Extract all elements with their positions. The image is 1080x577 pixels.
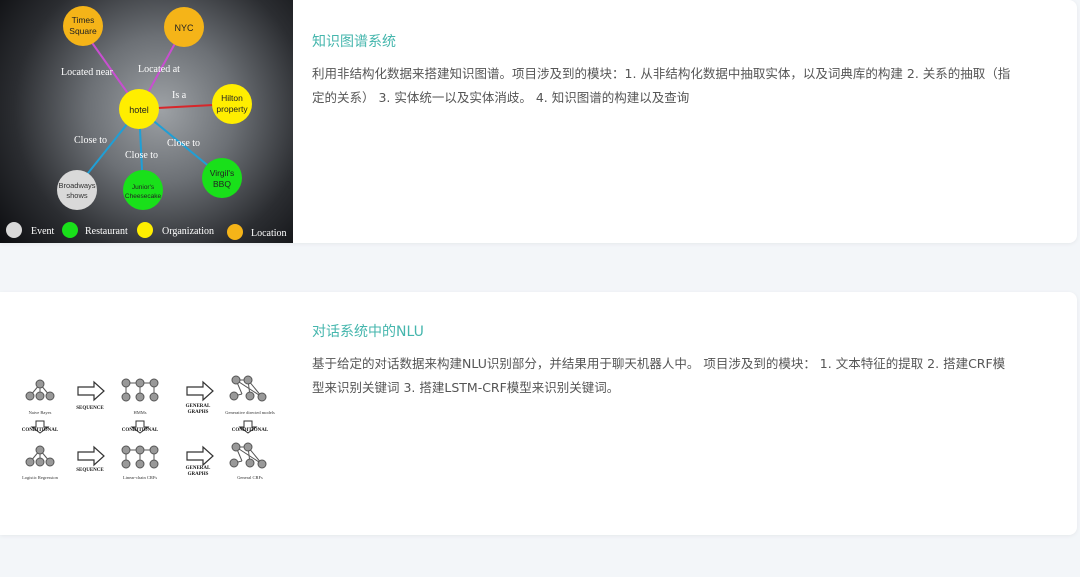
node-broadway bbox=[57, 170, 97, 210]
graph-node bbox=[25, 391, 35, 401]
model-label: Naive Bayes bbox=[29, 410, 52, 415]
edge-label: Close to bbox=[167, 138, 200, 149]
arrow-right-icon bbox=[186, 380, 214, 402]
arrow-right-icon bbox=[77, 445, 105, 467]
node-label: Junior's bbox=[132, 184, 155, 191]
conditional-label: CONDITIONAL bbox=[122, 428, 159, 433]
node-label: Cheesecake bbox=[125, 193, 162, 200]
node-label: NYC bbox=[174, 23, 194, 33]
node-label: property bbox=[216, 104, 248, 114]
arrow-right-icon bbox=[186, 445, 214, 467]
legend-event-dot bbox=[6, 222, 22, 238]
sequence-label: SEQUENCE bbox=[76, 406, 104, 411]
legend-location-dot bbox=[227, 224, 243, 240]
legend-organization-dot bbox=[137, 222, 153, 238]
nlu-models-image: Naive Bayes HMMs Generative directed mod… bbox=[0, 292, 293, 535]
model-label: Generative directed models bbox=[225, 410, 275, 415]
node-label: shows bbox=[66, 191, 88, 200]
project-card-knowledge-graph[interactable]: Located near Located at Is a Close to Cl… bbox=[0, 0, 1077, 243]
model-label: General CRFs bbox=[237, 475, 263, 480]
legend-event-label: Event bbox=[31, 226, 55, 237]
node-label: Square bbox=[69, 26, 97, 36]
model-label: Linear-chain CRFs bbox=[123, 475, 158, 480]
project-description: 利用非结构化数据来搭建知识图谱。项目涉及到的模块：1. 从非结构化数据中抽取实体… bbox=[312, 66, 1011, 105]
node-label: Virgil's bbox=[210, 168, 235, 178]
project-card-nlu[interactable]: Naive Bayes HMMs Generative directed mod… bbox=[0, 292, 1077, 535]
knowledge-graph-diagram: Located near Located at Is a Close to Cl… bbox=[6, 6, 287, 240]
conditional-label: CONDITIONAL bbox=[232, 428, 269, 433]
edge-label: Close to bbox=[74, 135, 107, 146]
project-description: 基于给定的对话数据来构建NLU识别部分，并结果用于聊天机器人中。 项目涉及到的模… bbox=[312, 356, 1006, 395]
edge-label: Located at bbox=[138, 64, 180, 75]
legend-restaurant-label: Restaurant bbox=[85, 226, 128, 237]
legend-organization-label: Organization bbox=[162, 226, 214, 237]
node-label: Hilton bbox=[221, 93, 243, 103]
general-graphs-label: GENERAL bbox=[186, 404, 211, 409]
node-label: BBQ bbox=[213, 179, 231, 189]
edge-label: Located near bbox=[61, 67, 114, 78]
edge-label: Close to bbox=[125, 150, 158, 161]
graph-node bbox=[35, 379, 45, 389]
node-virgils bbox=[202, 158, 242, 198]
node-label: hotel bbox=[129, 105, 149, 115]
conditional-label: CONDITIONAL bbox=[22, 428, 59, 433]
project-title[interactable]: 知识图谱系统 bbox=[312, 31, 396, 51]
model-label: HMMs bbox=[133, 410, 146, 415]
sequence-label: SEQUENCE bbox=[76, 468, 104, 473]
project-title[interactable]: 对话系统中的NLU bbox=[312, 321, 424, 341]
arrow-right-icon bbox=[77, 380, 105, 402]
general-graphs-label: GRAPHS bbox=[188, 472, 209, 477]
node-label: Broadways bbox=[58, 181, 95, 190]
general-graphs-label: GENERAL bbox=[186, 466, 211, 471]
legend-location-label: Location bbox=[251, 228, 287, 239]
nlu-models-diagram: Naive Bayes HMMs Generative directed mod… bbox=[22, 375, 275, 480]
node-label: Times bbox=[72, 15, 95, 25]
general-graphs-label: GRAPHS bbox=[188, 410, 209, 415]
edge-label: Is a bbox=[172, 90, 187, 101]
legend-restaurant-dot bbox=[62, 222, 78, 238]
knowledge-graph-image: Located near Located at Is a Close to Cl… bbox=[0, 0, 293, 243]
graph-node bbox=[45, 391, 55, 401]
graph-node bbox=[35, 391, 45, 401]
model-label: Logistic Regression bbox=[22, 475, 59, 480]
